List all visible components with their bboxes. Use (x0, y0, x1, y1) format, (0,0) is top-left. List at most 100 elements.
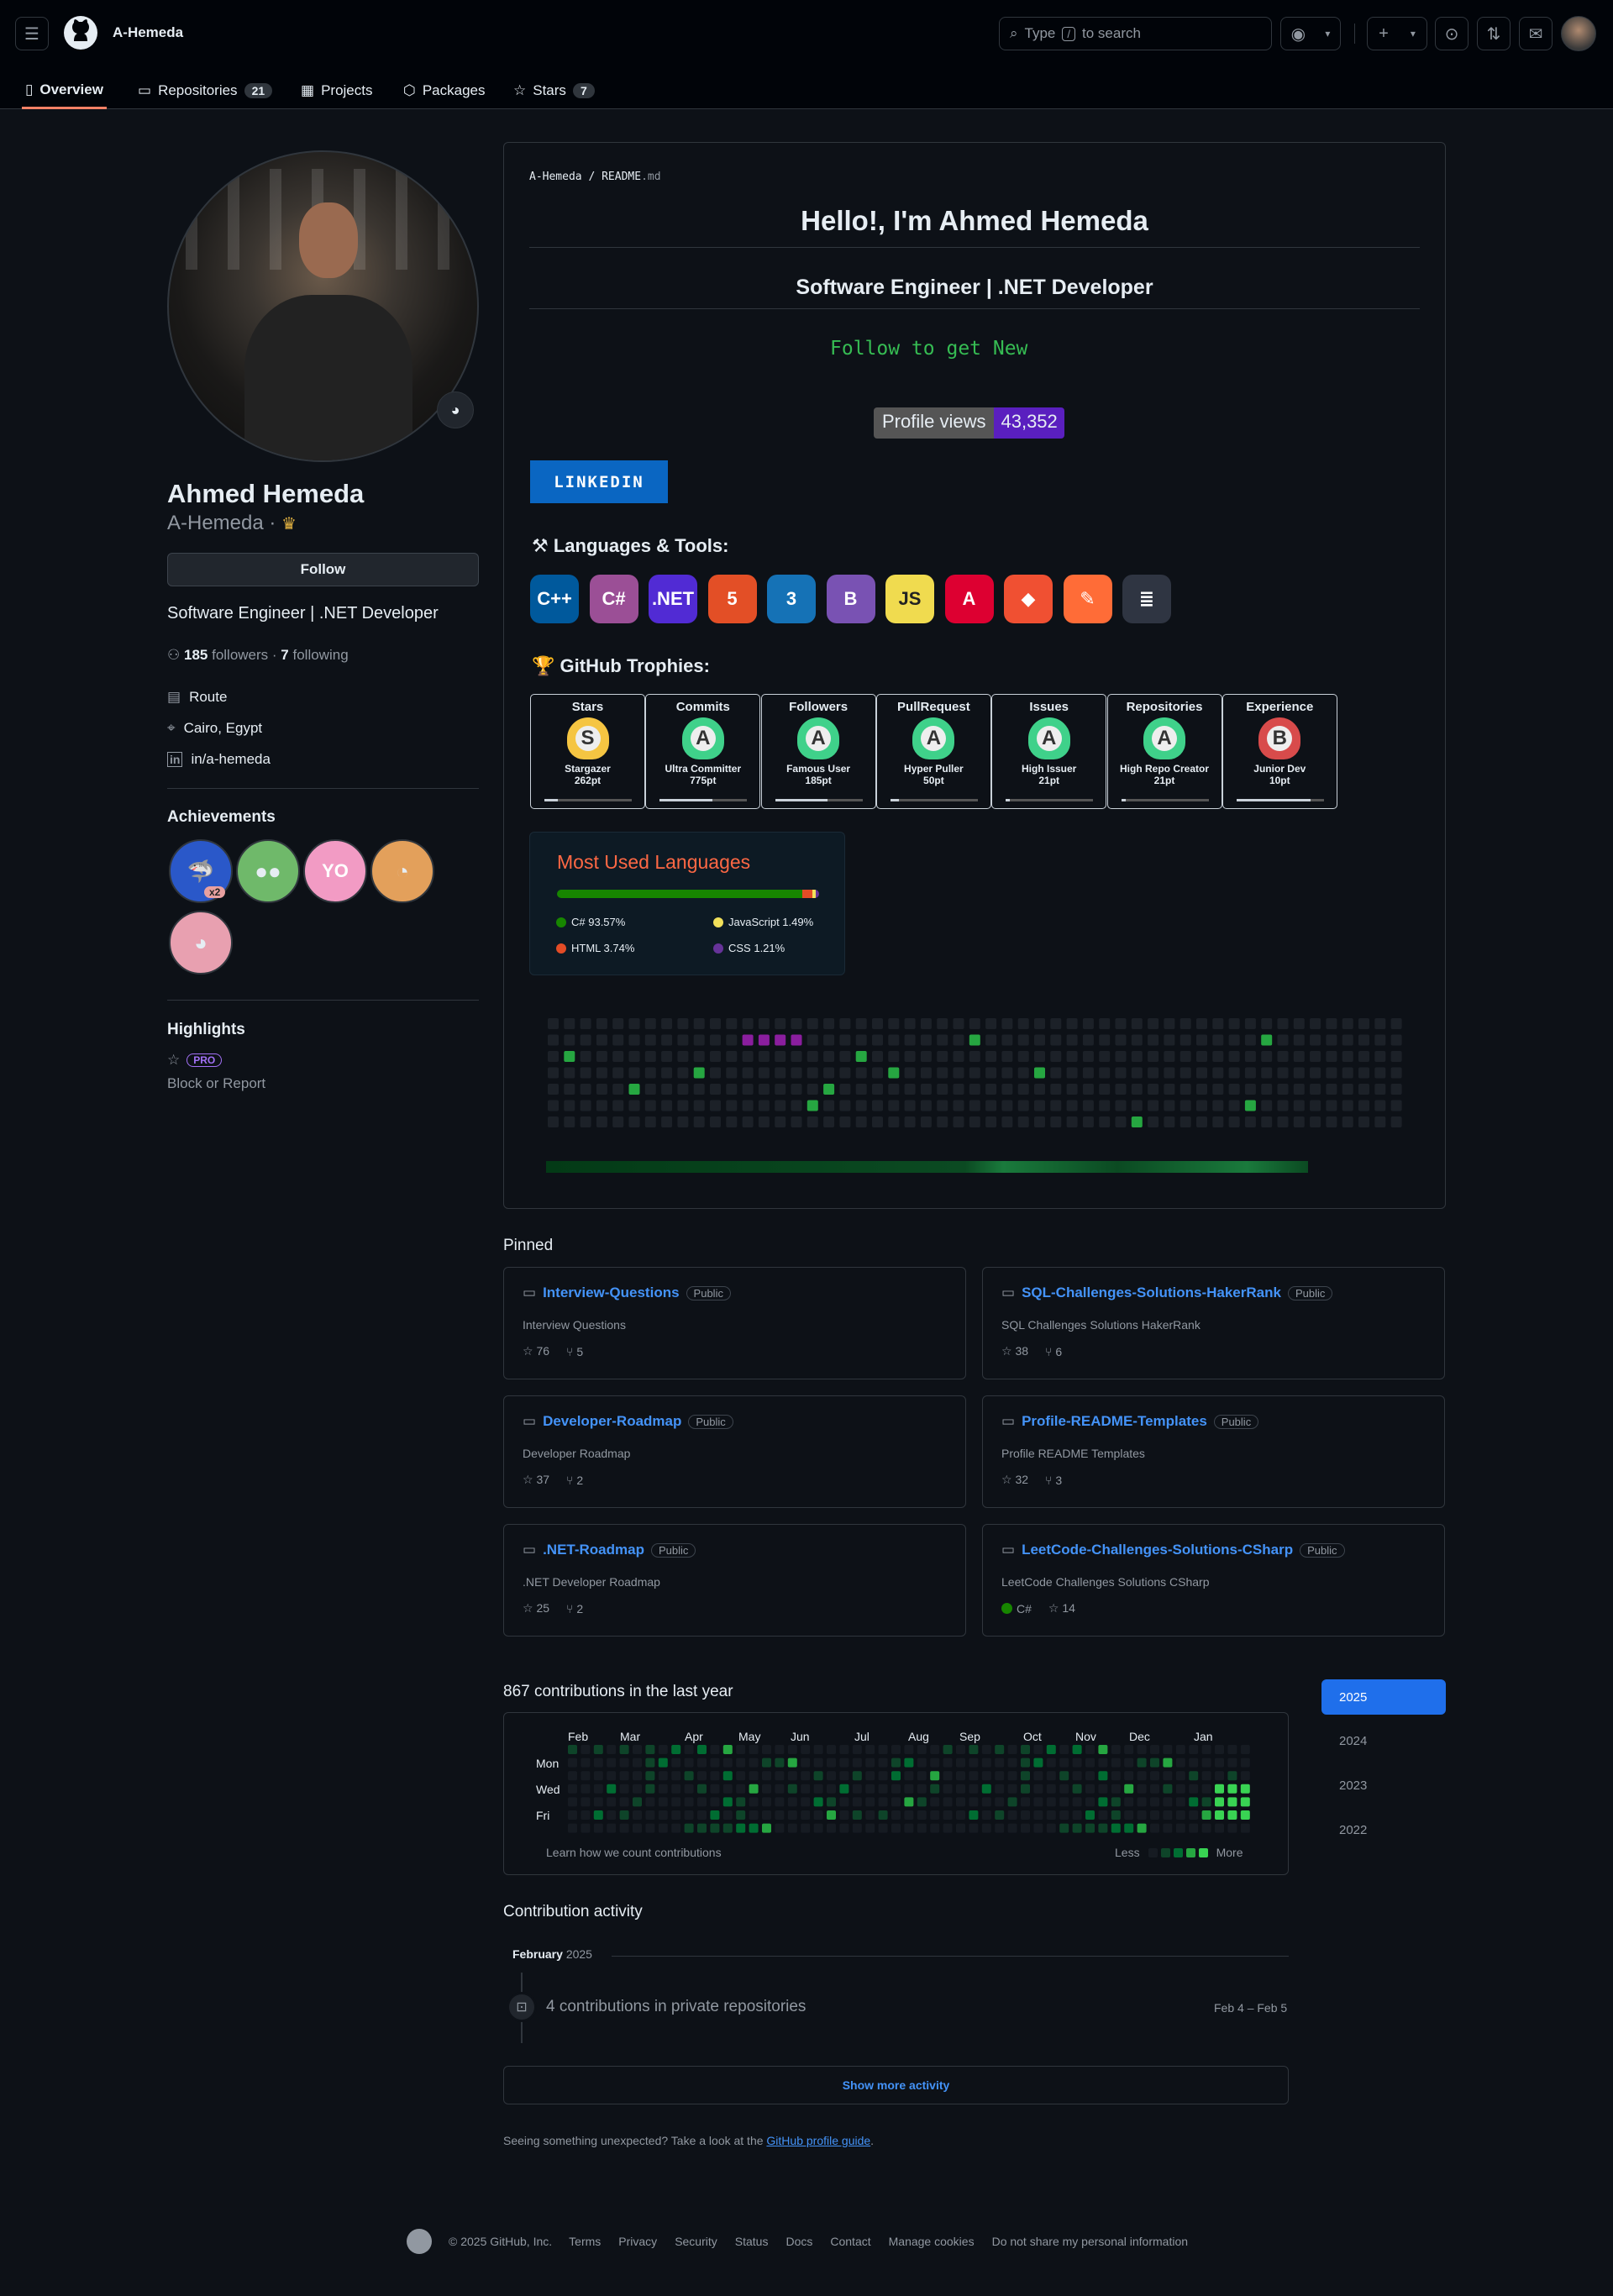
repo-forks[interactable]: ⑂ 2 (566, 1602, 583, 1616)
contribution-day[interactable] (801, 1797, 811, 1807)
contribution-day[interactable] (1033, 1810, 1043, 1820)
contribution-day[interactable] (607, 1823, 617, 1833)
tab-repositories[interactable]: ▭ Repositories 21 (138, 72, 273, 109)
contribution-day[interactable] (658, 1823, 668, 1833)
contribution-day[interactable] (904, 1810, 914, 1820)
footer-link[interactable]: Manage cookies (889, 2235, 975, 2248)
contribution-day[interactable] (981, 1771, 991, 1781)
contribution-day[interactable] (1150, 1745, 1159, 1754)
contribution-day[interactable] (852, 1757, 862, 1768)
contribution-day[interactable] (943, 1797, 953, 1807)
contribution-day[interactable] (1007, 1757, 1017, 1768)
show-more-activity-button[interactable]: Show more activity (503, 2066, 1289, 2104)
contribution-day[interactable] (1072, 1797, 1082, 1807)
contribution-day[interactable] (1150, 1757, 1159, 1768)
contribution-day[interactable] (891, 1771, 901, 1781)
contribution-day[interactable] (762, 1745, 771, 1754)
contribution-day[interactable] (1046, 1757, 1056, 1768)
repo-stars[interactable]: ☆ 38 (1001, 1344, 1028, 1358)
contribution-day[interactable] (568, 1784, 577, 1794)
pinned-repo-name[interactable]: Profile-README-Templates (1022, 1413, 1207, 1430)
issues-icon[interactable]: ⊙ (1435, 17, 1469, 50)
contribution-day[interactable] (917, 1757, 927, 1768)
contribution-day[interactable] (1201, 1757, 1211, 1768)
contribution-day[interactable] (1201, 1784, 1211, 1794)
contribution-day[interactable] (917, 1771, 927, 1781)
contribution-day[interactable] (633, 1823, 642, 1833)
contribution-day[interactable] (645, 1797, 655, 1807)
contribution-day[interactable] (671, 1784, 681, 1794)
contribution-day[interactable] (943, 1823, 953, 1833)
contribution-day[interactable] (852, 1745, 862, 1754)
vcard-linkedin[interactable]: in in/a-hemeda (167, 751, 271, 768)
contribution-day[interactable] (1240, 1757, 1250, 1768)
contribution-day[interactable] (1072, 1757, 1082, 1768)
contribution-day[interactable] (904, 1745, 914, 1754)
contribution-day[interactable] (865, 1771, 875, 1781)
contribution-day[interactable] (607, 1745, 617, 1754)
contribution-day[interactable] (593, 1797, 603, 1807)
contribution-day[interactable] (1175, 1784, 1185, 1794)
footer-link[interactable]: Terms (569, 2235, 601, 2248)
contribution-day[interactable] (1033, 1784, 1043, 1794)
contribution-day[interactable] (981, 1810, 991, 1820)
contribution-day[interactable] (865, 1823, 875, 1833)
contribution-day[interactable] (710, 1810, 720, 1820)
contribution-day[interactable] (787, 1810, 797, 1820)
contribution-day[interactable] (1137, 1757, 1147, 1768)
contribution-day[interactable] (710, 1823, 720, 1833)
contribution-day[interactable] (619, 1797, 629, 1807)
contribution-day[interactable] (839, 1757, 849, 1768)
contribution-day[interactable] (671, 1771, 681, 1781)
contribution-day[interactable] (1046, 1797, 1056, 1807)
footer-link[interactable]: Do not share my personal information (992, 2235, 1188, 2248)
contribution-day[interactable] (1175, 1771, 1185, 1781)
contribution-day[interactable] (607, 1797, 617, 1807)
contribution-day[interactable] (1240, 1797, 1250, 1807)
contribution-day[interactable] (1098, 1757, 1108, 1768)
contribution-day[interactable] (581, 1745, 591, 1754)
contribution-day[interactable] (801, 1745, 811, 1754)
contribution-day[interactable] (827, 1823, 836, 1833)
contribution-day[interactable] (969, 1823, 979, 1833)
contribution-day[interactable] (607, 1757, 617, 1768)
contribution-day[interactable] (775, 1810, 785, 1820)
contribution-day[interactable] (839, 1823, 849, 1833)
contribution-day[interactable] (775, 1784, 785, 1794)
contribution-day[interactable] (995, 1745, 1005, 1754)
contribution-day[interactable] (568, 1797, 577, 1807)
contribution-day[interactable] (581, 1797, 591, 1807)
contribution-day[interactable] (1072, 1810, 1082, 1820)
contribution-day[interactable] (1201, 1797, 1211, 1807)
pinned-repo-name[interactable]: Interview-Questions (543, 1285, 679, 1301)
contribution-day[interactable] (930, 1745, 940, 1754)
contribution-day[interactable] (956, 1757, 965, 1768)
contribution-day[interactable] (865, 1745, 875, 1754)
contribution-day[interactable] (1059, 1823, 1069, 1833)
contribution-day[interactable] (1175, 1797, 1185, 1807)
contribution-day[interactable] (607, 1810, 617, 1820)
contribution-day[interactable] (749, 1797, 759, 1807)
contribution-day[interactable] (697, 1823, 707, 1833)
contribution-day[interactable] (813, 1823, 823, 1833)
contribution-day[interactable] (1240, 1823, 1250, 1833)
contribution-day[interactable] (1059, 1745, 1069, 1754)
contribution-day[interactable] (1046, 1784, 1056, 1794)
repo-stars[interactable]: ☆ 76 (523, 1344, 549, 1358)
contribution-day[interactable] (593, 1784, 603, 1794)
contribution-day[interactable] (852, 1810, 862, 1820)
contribution-day[interactable] (1137, 1771, 1147, 1781)
search-input[interactable]: ⌕ Type / to search (999, 17, 1272, 50)
contribution-day[interactable] (1085, 1771, 1095, 1781)
contribution-day[interactable] (943, 1771, 953, 1781)
contribution-day[interactable] (581, 1810, 591, 1820)
contribution-day[interactable] (568, 1745, 577, 1754)
contribution-day[interactable] (645, 1823, 655, 1833)
tab-stars[interactable]: ☆ Stars 7 (513, 72, 595, 109)
contribution-day[interactable] (775, 1797, 785, 1807)
contribution-day[interactable] (865, 1784, 875, 1794)
contribution-day[interactable] (1189, 1784, 1199, 1794)
contribution-day[interactable] (736, 1797, 746, 1807)
contribution-day[interactable] (813, 1797, 823, 1807)
achievement-quickdraw-icon[interactable]: ◔ (370, 839, 434, 903)
